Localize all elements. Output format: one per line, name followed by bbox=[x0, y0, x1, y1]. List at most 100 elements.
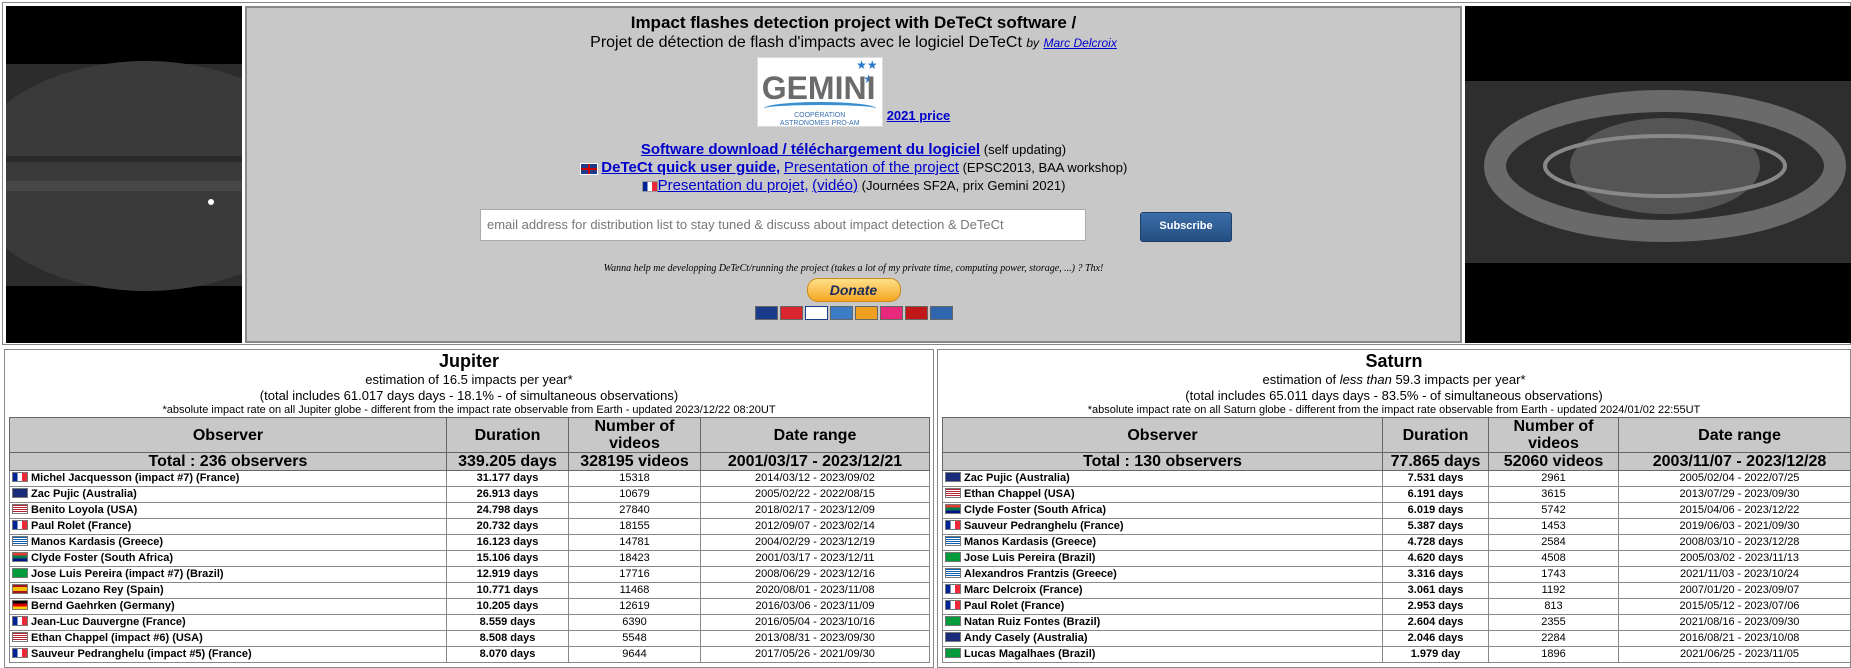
observer-cell: Ethan Chappel (impact #6) (USA) bbox=[9, 630, 447, 647]
observer-cell: Bernd Gaehrken (Germany) bbox=[9, 598, 447, 615]
duration-header[interactable]: Duration bbox=[446, 417, 569, 453]
saturn-table: Observer Duration Number of videos Date … bbox=[942, 417, 1850, 663]
videos-header[interactable]: Number of videos bbox=[1488, 417, 1619, 453]
br-flag-icon bbox=[945, 552, 961, 562]
fr-flag-icon bbox=[641, 181, 658, 193]
fr-flag-icon bbox=[12, 616, 28, 626]
dates-cell: 2008/03/10 - 2023/12/28 bbox=[1618, 534, 1850, 551]
total-row: Total : 130 observers 77.865 days 52060 … bbox=[942, 452, 1850, 471]
page-title: Impact flashes detection project with De… bbox=[630, 13, 1077, 32]
observer-header[interactable]: Observer bbox=[942, 417, 1383, 453]
videos-cell: 813 bbox=[1488, 598, 1619, 615]
videos-cell: 2961 bbox=[1488, 470, 1619, 487]
videos-cell: 15318 bbox=[568, 470, 701, 487]
duration-cell: 2.604 days bbox=[1382, 614, 1489, 631]
video-link[interactable]: (vidéo) bbox=[812, 177, 858, 194]
videos-cell: 1743 bbox=[1488, 566, 1619, 583]
duration-cell: 26.913 days bbox=[446, 486, 569, 503]
observer-name: Manos Kardasis (Greece) bbox=[964, 536, 1097, 548]
table-row: Ethan Chappel (USA) 6.191 days 3615 2013/07… bbox=[942, 486, 1850, 503]
observer-header[interactable]: Observer bbox=[9, 417, 447, 453]
observer-cell: Paul Rolet (France) bbox=[942, 598, 1383, 615]
price-link[interactable]: 2021 price bbox=[887, 108, 951, 123]
au-flag-icon bbox=[945, 632, 961, 642]
mastercard-icon bbox=[779, 306, 803, 320]
dates-header[interactable]: Date range bbox=[700, 417, 930, 453]
dates-cell: 2016/08/21 - 2023/10/08 bbox=[1618, 630, 1850, 647]
table-row: Paul Rolet (France) 20.732 days 18155 2012/… bbox=[9, 518, 930, 535]
subscribe-button[interactable]: Subscribe bbox=[1140, 212, 1232, 242]
header-panel: Impact flashes detection project with De… bbox=[245, 6, 1462, 343]
observer-name: Ethan Chappel (impact #6) (USA) bbox=[31, 632, 203, 644]
observer-cell: Andy Casely (Australia) bbox=[942, 630, 1383, 647]
observer-cell: Manos Kardasis (Greece) bbox=[9, 534, 447, 551]
fr-flag-icon bbox=[945, 584, 961, 594]
total-observers: Total : 130 observers bbox=[942, 452, 1383, 471]
email-input[interactable]: email address for distribution list to s… bbox=[480, 209, 1086, 241]
videos-cell: 27840 bbox=[568, 502, 701, 519]
donate-button[interactable]: Donate bbox=[806, 278, 901, 302]
dates-cell: 2005/02/22 - 2022/08/15 bbox=[700, 486, 930, 503]
duration-cell: 4.620 days bbox=[1382, 550, 1489, 567]
observer-cell: Clyde Foster (South Africa) bbox=[9, 550, 447, 567]
za-flag-icon bbox=[12, 552, 28, 562]
gr-flag-icon bbox=[12, 536, 28, 546]
observer-cell: Jose Luis Pereira (Brazil) bbox=[942, 550, 1383, 567]
projet-link[interactable]: Presentation du projet, bbox=[658, 177, 809, 194]
fr-flag-icon bbox=[12, 472, 28, 482]
dates-cell: 2021/11/03 - 2023/10/24 bbox=[1618, 566, 1850, 583]
subscribe-row: email address for distribution list to s… bbox=[247, 209, 1460, 245]
gr-flag-icon bbox=[945, 536, 961, 546]
observer-cell: Sauveur Pedranghelu (France) bbox=[942, 518, 1383, 535]
total-duration: 77.865 days bbox=[1382, 452, 1489, 471]
jupiter-rate-note: *absolute impact rate on all Jupiter glo… bbox=[162, 404, 776, 416]
observer-name: Paul Rolet (France) bbox=[31, 520, 132, 532]
table-row: Sauveur Pedranghelu (impact #5) (France)… bbox=[9, 646, 930, 663]
presentation-link[interactable]: Presentation of the project bbox=[784, 159, 959, 176]
dates-header[interactable]: Date range bbox=[1618, 417, 1850, 453]
dates-cell: 2005/03/02 - 2023/11/13 bbox=[1618, 550, 1850, 567]
download-link[interactable]: Software download / téléchargement du lo… bbox=[641, 141, 980, 158]
duration-cell: 6.191 days bbox=[1382, 486, 1489, 503]
total-videos: 328195 videos bbox=[568, 452, 701, 471]
jupiter-table: Observer Duration Number of videos Date … bbox=[9, 417, 930, 663]
guide-link[interactable]: DeTeCt quick user guide, bbox=[601, 159, 780, 176]
dates-cell: 2017/05/26 - 2021/09/30 bbox=[700, 646, 930, 663]
videos-cell: 1192 bbox=[1488, 582, 1619, 599]
videos-cell: 6390 bbox=[568, 614, 701, 631]
observer-cell: Michel Jacquesson (impact #7) (France) bbox=[9, 470, 447, 487]
observer-name: Zac Pujic (Australia) bbox=[31, 488, 137, 500]
observer-cell: Alexandros Frantzis (Greece) bbox=[942, 566, 1383, 583]
observer-cell: Lucas Magalhaes (Brazil) bbox=[942, 646, 1383, 663]
duration-cell: 8.559 days bbox=[446, 614, 569, 631]
table-row: Paul Rolet (France) 2.953 days 813 2015/05/… bbox=[942, 598, 1850, 615]
duration-cell: 6.019 days bbox=[1382, 502, 1489, 519]
observer-name: Lucas Magalhaes (Brazil) bbox=[964, 648, 1096, 660]
observer-cell: Zac Pujic (Australia) bbox=[9, 486, 447, 503]
observer-name: Ethan Chappel (USA) bbox=[964, 488, 1075, 500]
observer-name: Marc Delcroix (France) bbox=[964, 584, 1083, 596]
gemini-logo[interactable]: ★★ ★ GEMINI COOPÉRATION ASTRONOMES PRO-AM bbox=[756, 57, 883, 127]
table-row: Clyde Foster (South Africa) 15.106 days 18… bbox=[9, 550, 930, 567]
duration-header[interactable]: Duration bbox=[1382, 417, 1489, 453]
observer-name: Benito Loyola (USA) bbox=[31, 504, 138, 516]
table-row: Lucas Magalhaes (Brazil) 1.979 day 1896 202… bbox=[942, 646, 1850, 663]
videos-cell: 4508 bbox=[1488, 550, 1619, 567]
subtitle-text: Projet de détection de flash d'impacts a… bbox=[590, 34, 1022, 51]
table-row: Natan Ruiz Fontes (Brazil) 2.604 days 2355… bbox=[942, 614, 1850, 631]
dates-cell: 2012/09/07 - 2023/02/14 bbox=[700, 518, 930, 535]
duration-cell: 10.205 days bbox=[446, 598, 569, 615]
videos-cell: 17716 bbox=[568, 566, 701, 583]
videos-cell: 18155 bbox=[568, 518, 701, 535]
videos-cell: 10679 bbox=[568, 486, 701, 503]
dates-cell: 2021/06/25 - 2023/11/05 bbox=[1618, 646, 1850, 663]
videos-cell: 2584 bbox=[1488, 534, 1619, 551]
us-flag-icon bbox=[945, 488, 961, 498]
jupiter-total-note: (total includes 61.017 days days - 18.1%… bbox=[259, 388, 679, 403]
author-link[interactable]: Marc Delcroix bbox=[1043, 36, 1116, 50]
videos-header[interactable]: Number of videos bbox=[568, 417, 701, 453]
logo-subtitle: COOPÉRATION ASTRONOMES PRO-AM bbox=[779, 112, 860, 127]
observer-name: Isaac Lozano Rey (Spain) bbox=[31, 584, 164, 596]
observer-name: Andy Casely (Australia) bbox=[964, 632, 1088, 644]
observer-name: Manos Kardasis (Greece) bbox=[31, 536, 164, 548]
